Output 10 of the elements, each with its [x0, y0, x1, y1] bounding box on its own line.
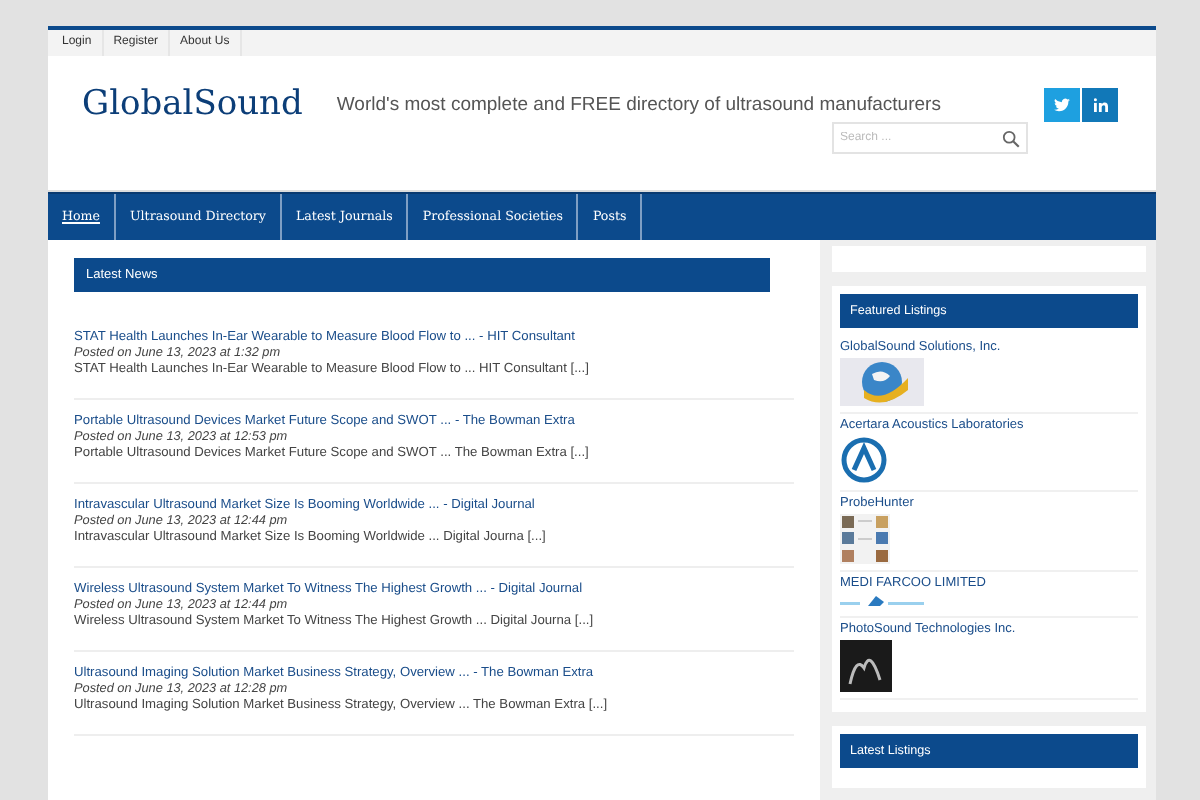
- thumbnail-grid-logo[interactable]: [840, 514, 890, 564]
- globe-logo[interactable]: [840, 358, 924, 406]
- twitter-icon[interactable]: [1044, 88, 1080, 122]
- linkedin-icon[interactable]: [1082, 88, 1118, 122]
- search-icon[interactable]: [1002, 130, 1020, 148]
- site-tagline: World's most complete and FREE directory of ultrasound manufacturers: [336, 94, 941, 116]
- chevron-circle-logo[interactable]: [840, 436, 888, 484]
- site-title[interactable]: GlobalSound: [82, 84, 303, 190]
- photo-placeholder[interactable]: [840, 640, 892, 692]
- bird-logo[interactable]: [840, 594, 928, 610]
